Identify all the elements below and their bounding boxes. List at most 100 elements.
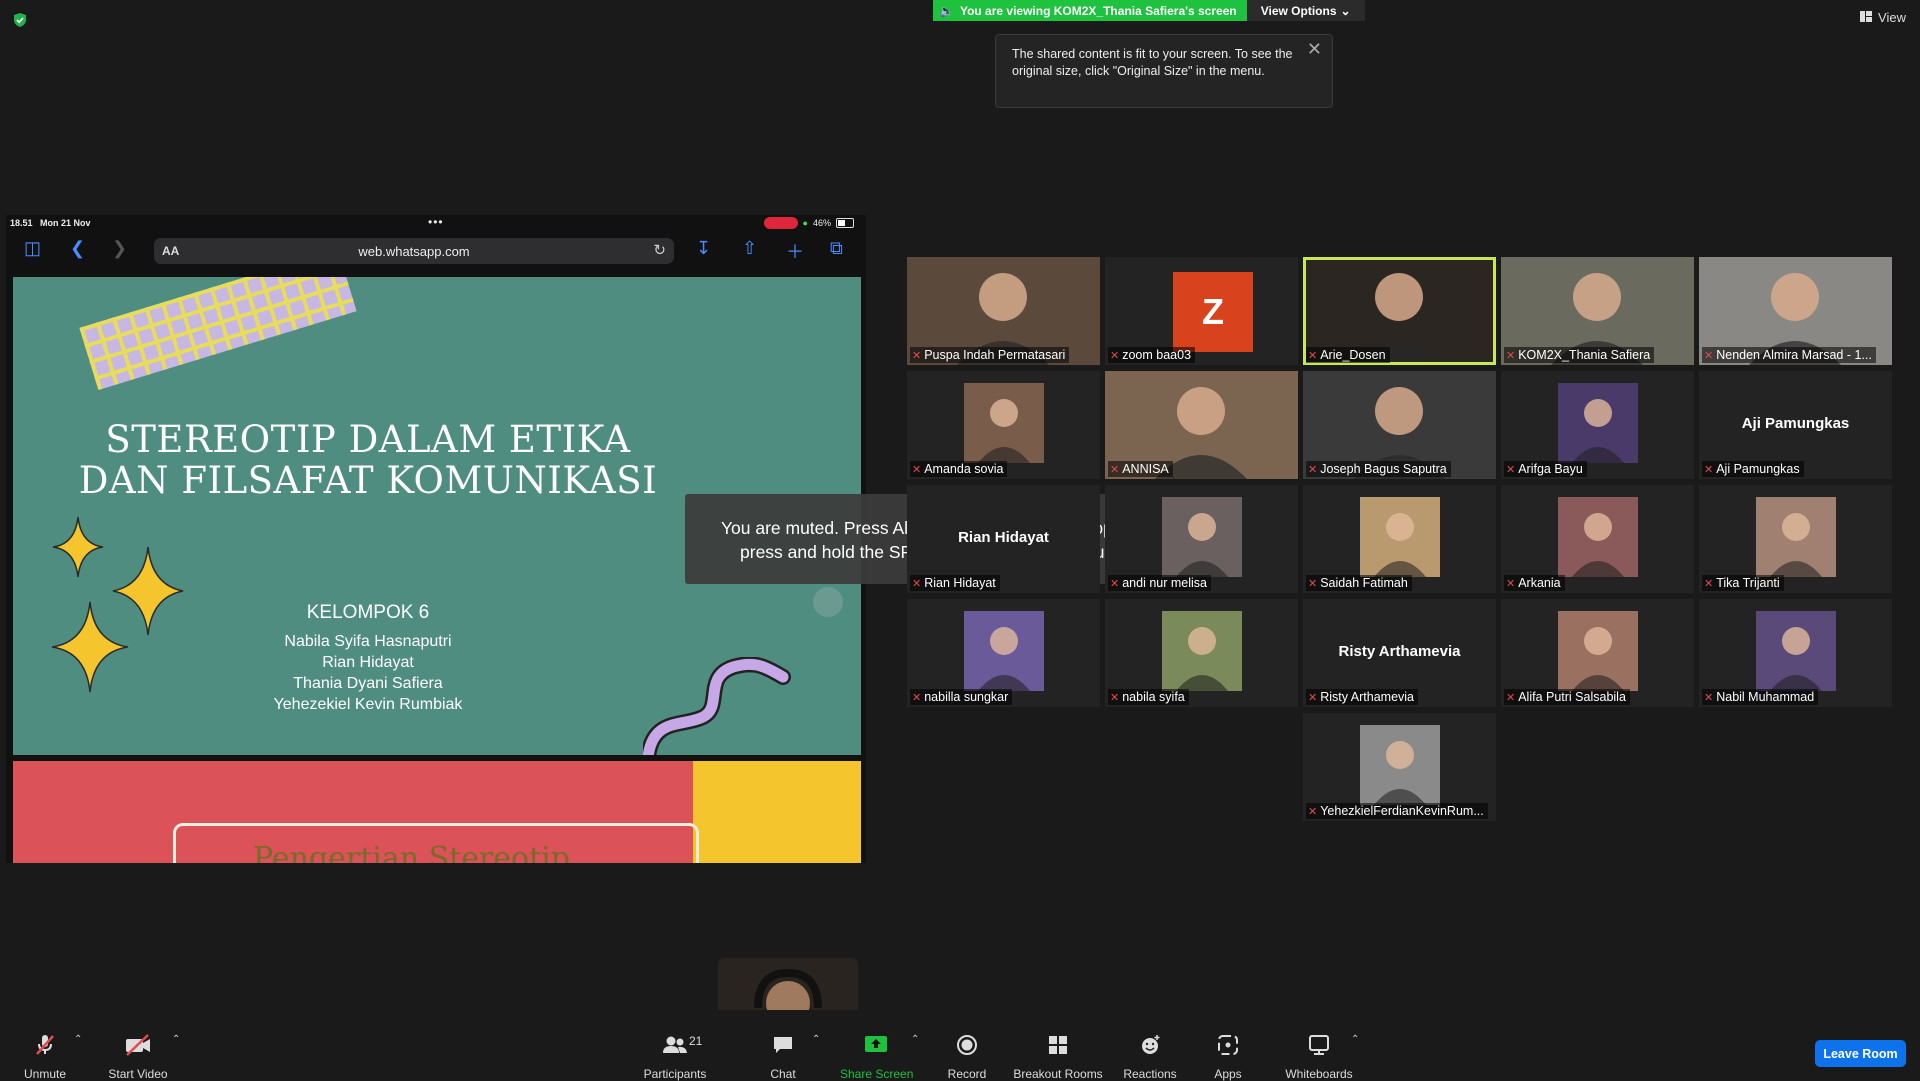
record-button[interactable]: Record: [944, 1010, 990, 1081]
participant-profile-photo: [1360, 497, 1440, 577]
meeting-toolbar: Unmute ⌃ Start Video ⌃ Participants 21 C…: [0, 1010, 1920, 1081]
sidebar-icon: ◫: [24, 238, 42, 258]
participant-name: ANNISA: [1122, 462, 1169, 476]
participant-tile[interactable]: ✕ KOM2X_Thania Safiera: [1501, 257, 1694, 365]
participant-tile[interactable]: Aji Pamungkas ✕ Aji Pamungkas: [1699, 371, 1892, 479]
start-video-button[interactable]: Start Video: [106, 1010, 170, 1081]
close-icon[interactable]: ✕: [1307, 40, 1322, 58]
participant-name: Tika Trijanti: [1716, 576, 1780, 590]
microphone-muted-icon: ✕: [1110, 463, 1120, 476]
breakout-rooms-label: Breakout Rooms: [1013, 1067, 1103, 1081]
reactions-smiley-icon: [1122, 1033, 1178, 1063]
participant-name-tag: ✕ Nenden Almira Marsad - 1...: [1702, 347, 1876, 363]
view-options-button[interactable]: View Options ⌄: [1246, 0, 1365, 21]
microphone-muted-icon: ✕: [1506, 349, 1516, 362]
participant-tile[interactable]: ✕ Nabil Muhammad: [1699, 599, 1892, 707]
participant-tile[interactable]: ✕ Joseph Bagus Saputra: [1303, 371, 1496, 479]
participant-tile[interactable]: ✕ Nenden Almira Marsad - 1...: [1699, 257, 1892, 365]
chat-options-caret-icon[interactable]: ⌃: [812, 1034, 820, 1045]
participant-tile[interactable]: ✕ andi nur melisa: [1105, 485, 1298, 593]
apps-button[interactable]: Apps: [1208, 1010, 1248, 1081]
share-options-caret-icon[interactable]: ⌃: [911, 1034, 919, 1045]
url-text: web.whatsapp.com: [358, 244, 470, 259]
share-screen-button[interactable]: Share Screen: [840, 1010, 913, 1081]
participant-display-name: Aji Pamungkas: [1741, 415, 1850, 432]
participant-name: Nabil Muhammad: [1716, 690, 1815, 704]
video-options-caret-icon[interactable]: ⌃: [172, 1034, 180, 1045]
breakout-rooms-icon: [1012, 1033, 1104, 1063]
participant-tile[interactable]: ✕ Tika Trijanti: [1699, 485, 1892, 593]
participant-name-tag: ✕ Tika Trijanti: [1702, 575, 1784, 591]
slide-member: Yehezekiel Kevin Rumbiak: [273, 696, 463, 713]
url-field: AA web.whatsapp.com ↻: [154, 238, 674, 264]
breakout-rooms-button[interactable]: Breakout Rooms: [1012, 1010, 1104, 1081]
grid-view-icon: [1860, 10, 1873, 25]
participant-tile[interactable]: ✕ Arie_Dosen: [1303, 257, 1496, 365]
participant-tile[interactable]: ✕ Saidah Fatimah: [1303, 485, 1496, 593]
whiteboards-button[interactable]: Whiteboards: [1282, 1010, 1356, 1081]
participant-name: Arkania: [1518, 576, 1561, 590]
view-button[interactable]: View: [1860, 10, 1906, 25]
participant-tile[interactable]: ✕ Arkania: [1501, 485, 1694, 593]
apps-label: Apps: [1214, 1067, 1242, 1081]
participant-name-tag: ✕ Aji Pamungkas: [1702, 461, 1804, 477]
reactions-button[interactable]: Reactions: [1122, 1010, 1178, 1081]
participant-tile[interactable]: ✕ Amanda sovia: [907, 371, 1100, 479]
whiteboard-options-caret-icon[interactable]: ⌃: [1351, 1034, 1359, 1045]
screen-share-banner: 🔈 You are viewing KOM2X_Thania Safiera's…: [933, 0, 1365, 21]
chevron-down-icon: ⌄: [1340, 3, 1351, 18]
tooltip-text: The shared content is fit to your screen…: [1012, 47, 1293, 78]
security-shield-icon[interactable]: [12, 12, 28, 28]
participant-avatar-letter: Z: [1173, 272, 1253, 352]
participant-profile-photo: [1558, 383, 1638, 463]
participant-profile-photo: [1558, 611, 1638, 691]
participant-name: zoom baa03: [1122, 348, 1192, 362]
audio-options-caret-icon[interactable]: ⌃: [74, 1034, 82, 1045]
microphone-muted-icon: [20, 1033, 70, 1063]
participant-profile-photo: [1558, 497, 1638, 577]
participant-name-tag: ✕ nabilla sungkar: [910, 689, 1013, 705]
participant-name: Nenden Almira Marsad - 1...: [1716, 348, 1872, 362]
participant-name: Aji Pamungkas: [1716, 462, 1800, 476]
participant-name: Arifga Bayu: [1518, 462, 1583, 476]
microphone-muted-icon: ✕: [1308, 691, 1318, 704]
participant-name: Rian Hidayat: [924, 576, 996, 590]
participant-gallery: ✕ Puspa Indah Permatasari Z ✕ zoom baa03 ✕ Ari…: [907, 257, 1893, 821]
participant-tile[interactable]: Rian Hidayat ✕ Rian Hidayat: [907, 485, 1100, 593]
viewing-screen-text: You are viewing KOM2X_Thania Safiera's s…: [959, 3, 1237, 18]
leave-room-button[interactable]: Leave Room: [1815, 1040, 1906, 1067]
ipad-status-bar: 18.51 Mon 21 Nov ••• ● 46%: [6, 215, 866, 231]
record-icon: [944, 1033, 990, 1063]
slide-title: STEREOTIP DALAM ETIKA DAN FILSAFAT KOMUN…: [13, 419, 723, 501]
participant-profile-photo: [964, 383, 1044, 463]
participant-name-tag: ✕ Arkania: [1504, 575, 1565, 591]
tabs-icon: ⧉: [830, 238, 843, 258]
unmute-label: Unmute: [23, 1067, 67, 1081]
participant-tile[interactable]: ✕ nabila syifa: [1105, 599, 1298, 707]
slide-member: Thania Dyani Safiera: [293, 675, 443, 692]
participant-tile[interactable]: ✕ nabilla sungkar: [907, 599, 1100, 707]
chat-button[interactable]: Chat: [763, 1010, 803, 1081]
new-tab-icon: ＋: [786, 242, 804, 262]
participant-tile[interactable]: ✕ YehezkielFerdianKevinRum...: [1303, 713, 1496, 821]
participant-profile-photo: [1756, 497, 1836, 577]
unmute-button[interactable]: Unmute: [20, 1010, 70, 1081]
participant-tile[interactable]: Risty Arthamevia ✕ Risty Arthamevia: [1303, 599, 1496, 707]
speaker-icon: 🔈: [939, 3, 954, 18]
reactions-label: Reactions: [1123, 1067, 1177, 1081]
participant-name-tag: ✕ Puspa Indah Permatasari: [910, 347, 1070, 363]
status-date: Mon 21 Nov: [40, 218, 91, 228]
next-slide-preview: Pengertian Stereotip: [13, 761, 861, 863]
participant-tile[interactable]: ✕ Arifga Bayu: [1501, 371, 1694, 479]
slide2-yellow-decoration: [693, 761, 861, 863]
microphone-muted-icon: ✕: [1506, 463, 1516, 476]
participant-tile[interactable]: ✕ ANNISA: [1105, 371, 1298, 479]
participant-tile[interactable]: Z ✕ zoom baa03: [1105, 257, 1298, 365]
slide-group-name: KELOMPOK 6: [306, 602, 430, 623]
microphone-muted-icon: ✕: [912, 691, 922, 704]
participant-name: Puspa Indah Permatasari: [924, 348, 1066, 362]
participant-tile[interactable]: ✕ Alifa Putri Salsabila: [1501, 599, 1694, 707]
participant-tile[interactable]: ✕ Puspa Indah Permatasari: [907, 257, 1100, 365]
battery-icon: [836, 218, 854, 228]
participant-profile-photo: [1162, 611, 1242, 691]
